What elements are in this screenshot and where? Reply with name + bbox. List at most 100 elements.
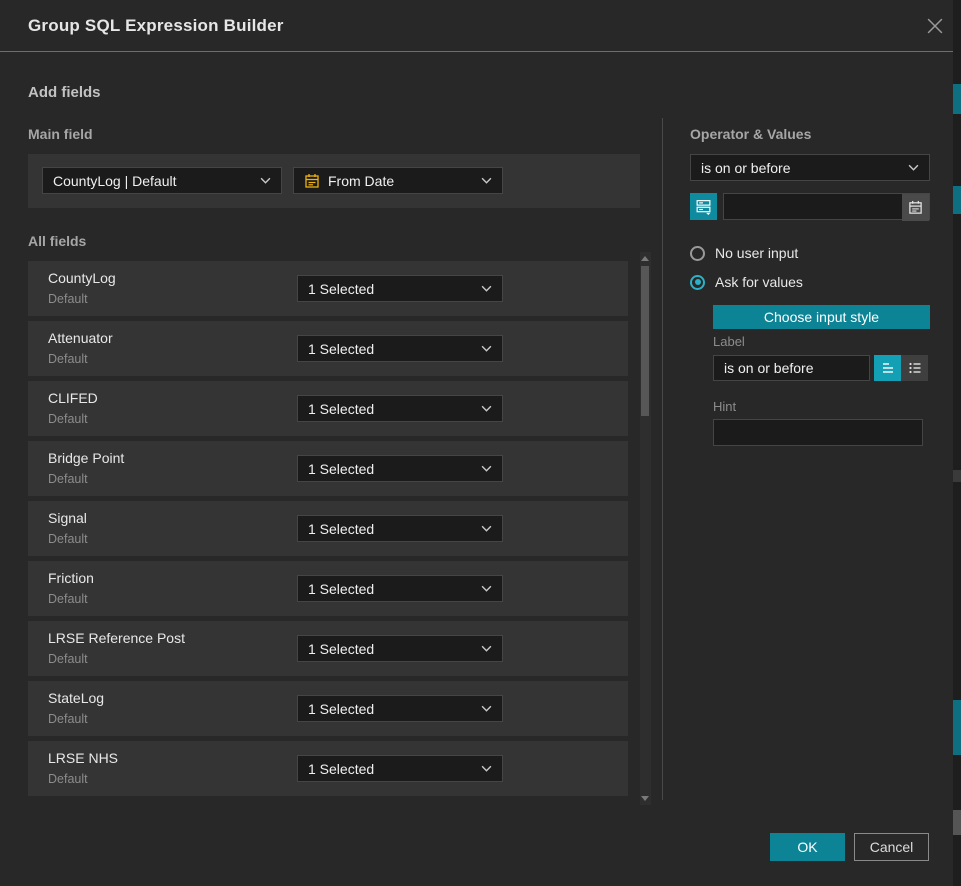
value-date-input[interactable] (723, 193, 930, 220)
chevron-down-icon (481, 525, 492, 532)
operator-select[interactable]: is on or before (690, 154, 930, 181)
field-values-select[interactable]: 1 Selected (297, 695, 503, 722)
field-row: StateLog Default 1 Selected (28, 681, 628, 736)
main-field-select-value: From Date (328, 173, 394, 189)
value-entry-row (690, 193, 930, 220)
field-source: Default (48, 412, 88, 426)
field-row: Bridge Point Default 1 Selected (28, 441, 628, 496)
list-scrollbar[interactable] (640, 252, 651, 805)
field-name: Signal (48, 510, 87, 526)
field-name: Friction (48, 570, 94, 586)
field-values-select[interactable]: 1 Selected (297, 515, 503, 542)
hint-input[interactable] (713, 419, 923, 446)
main-field-label: Main field (28, 126, 93, 142)
field-source: Default (48, 472, 88, 486)
field-name: Bridge Point (48, 450, 124, 466)
background-app-strip (953, 0, 961, 886)
choose-input-style-button[interactable]: Choose input style (713, 305, 930, 329)
field-source: Default (48, 592, 88, 606)
operator-values-heading: Operator & Values (690, 126, 811, 142)
field-row: CLIFED Default 1 Selected (28, 381, 628, 436)
field-source: Default (48, 712, 88, 726)
field-values-selected: 1 Selected (308, 461, 374, 477)
panel-divider (662, 118, 663, 800)
label-input[interactable]: is on or before (713, 355, 870, 381)
main-field-panel: CountyLog | Default From Date (28, 154, 640, 208)
scrollbar-down-arrow[interactable] (641, 796, 649, 801)
chevron-down-icon (481, 285, 492, 292)
chevron-down-icon (481, 765, 492, 772)
field-values-select[interactable]: 1 Selected (297, 455, 503, 482)
field-values-selected: 1 Selected (308, 761, 374, 777)
operator-select-value: is on or before (701, 160, 791, 176)
field-values-selected: 1 Selected (308, 581, 374, 597)
field-values-selected: 1 Selected (308, 641, 374, 657)
calendar-icon (908, 200, 923, 215)
chevron-down-icon (481, 465, 492, 472)
operator-values-panel: Operator & Values is on or before (690, 0, 930, 800)
chevron-down-icon (481, 705, 492, 712)
field-name: Attenuator (48, 330, 113, 346)
radio-circle-icon (690, 246, 705, 261)
radio-ask-for-values-label: Ask for values (715, 274, 803, 290)
field-values-select[interactable]: 1 Selected (297, 635, 503, 662)
background-fragment (953, 186, 961, 214)
chevron-down-icon (481, 405, 492, 412)
field-name: LRSE Reference Post (48, 630, 185, 646)
background-fragment (953, 470, 961, 482)
background-fragment (953, 700, 961, 755)
field-source: Default (48, 652, 88, 666)
field-name: StateLog (48, 690, 104, 706)
radio-no-user-input-label: No user input (715, 245, 798, 261)
label-field-label: Label (713, 334, 745, 349)
radio-no-user-input[interactable]: No user input (690, 245, 798, 261)
field-row: Signal Default 1 Selected (28, 501, 628, 556)
hint-field-label: Hint (713, 399, 736, 414)
list-style-button[interactable] (901, 355, 928, 381)
all-fields-list: CountyLog Default 1 Selected Attenuator … (28, 261, 628, 801)
field-row: CountyLog Default 1 Selected (28, 261, 628, 316)
chevron-down-icon (481, 177, 492, 184)
scrollbar-up-arrow[interactable] (641, 256, 649, 261)
chevron-down-icon (481, 645, 492, 652)
value-source-toggle-button[interactable] (690, 193, 717, 220)
field-name: CLIFED (48, 390, 98, 406)
field-values-select[interactable]: 1 Selected (297, 755, 503, 782)
field-name: LRSE NHS (48, 750, 118, 766)
field-values-select[interactable]: 1 Selected (297, 275, 503, 302)
main-field-select[interactable]: From Date (293, 167, 503, 194)
field-row: LRSE Reference Post Default 1 Selected (28, 621, 628, 676)
main-layer-select-value: CountyLog | Default (53, 173, 177, 189)
field-source: Default (48, 352, 88, 366)
single-line-style-button[interactable] (874, 355, 901, 381)
chevron-down-icon (481, 345, 492, 352)
stacked-values-icon (695, 198, 712, 215)
field-values-select[interactable]: 1 Selected (297, 335, 503, 362)
field-values-selected: 1 Selected (308, 701, 374, 717)
cancel-button[interactable]: Cancel (854, 833, 929, 861)
main-layer-select[interactable]: CountyLog | Default (42, 167, 282, 194)
field-source: Default (48, 772, 88, 786)
label-input-value: is on or before (724, 360, 814, 376)
field-row: Attenuator Default 1 Selected (28, 321, 628, 376)
chevron-down-icon (481, 585, 492, 592)
dialog-title: Group SQL Expression Builder (28, 0, 284, 52)
field-values-select[interactable]: 1 Selected (297, 575, 503, 602)
chevron-down-icon (908, 164, 919, 171)
calendar-icon (304, 173, 320, 189)
ok-button[interactable]: OK (770, 833, 845, 861)
field-values-selected: 1 Selected (308, 521, 374, 537)
field-values-select[interactable]: 1 Selected (297, 395, 503, 422)
field-row: LRSE NHS Default 1 Selected (28, 741, 628, 796)
chevron-down-icon (260, 177, 271, 184)
bulleted-list-icon (907, 360, 923, 376)
radio-ask-for-values[interactable]: Ask for values (690, 274, 803, 290)
field-values-selected: 1 Selected (308, 341, 374, 357)
radio-circle-icon (690, 275, 705, 290)
background-fragment (953, 84, 961, 114)
group-sql-expression-builder-dialog: Group SQL Expression Builder Add fields … (0, 0, 953, 886)
all-fields-label: All fields (28, 233, 86, 249)
field-source: Default (48, 532, 88, 546)
date-picker-button[interactable] (902, 194, 929, 221)
scrollbar-thumb[interactable] (641, 266, 649, 416)
